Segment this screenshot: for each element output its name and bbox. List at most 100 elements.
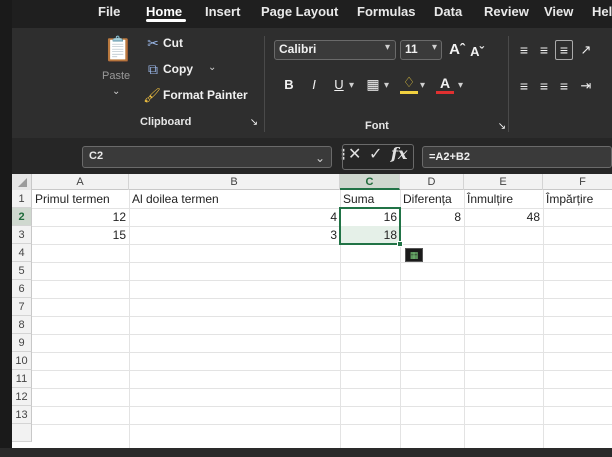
row-header-7[interactable]: 7 [12,298,32,316]
column-header-d[interactable]: D [400,174,464,190]
indent-icon[interactable]: ⇥ [578,78,594,94]
bold-button[interactable]: B [282,76,296,92]
paste-dropdown-icon[interactable]: ⌄ [112,86,120,97]
gridline [32,406,612,407]
font-name-box[interactable]: Calibri [274,40,396,60]
cell-a2[interactable]: 12 [32,208,129,226]
row-header-6[interactable]: 6 [12,280,32,298]
gridline [32,424,612,425]
align-middle-icon[interactable]: ≡ [536,42,552,58]
align-left-icon[interactable]: ≡ [516,78,532,94]
fill-color-dropdown-icon[interactable]: ▾ [420,80,425,91]
fill-color-icon[interactable]: ♢ [400,74,418,94]
align-bottom-icon[interactable]: ≡ [555,40,573,60]
fill-handle[interactable] [397,241,403,247]
column-header-a[interactable]: A [32,174,129,190]
tab-page-layout[interactable]: Page Layout [261,4,338,19]
name-box[interactable]: C2 [82,146,332,168]
gridline [32,316,612,317]
format-painter-icon[interactable]: 🖌 [143,87,161,103]
tab-home[interactable]: Home [146,4,182,19]
increase-font-size-icon[interactable]: Aˆ [448,40,466,58]
row-header-2[interactable]: 2 [12,208,32,226]
cancel-icon[interactable]: ✕ [348,144,361,164]
paste-icon[interactable]: 📋 [103,34,133,64]
row-header-10[interactable]: 10 [12,352,32,370]
font-size-dropdown-icon[interactable]: ▾ [432,42,437,53]
italic-button[interactable]: I [307,76,321,92]
monitor-bezel-left [0,0,12,457]
row-header-14[interactable] [12,424,32,442]
gridline [32,298,612,299]
font-name-value: Calibri [279,42,317,56]
cell-b3[interactable]: 3 [129,226,340,244]
cell-d2[interactable]: 8 [400,208,464,226]
cell-f1[interactable]: Împărțire [543,190,612,208]
row-header-9[interactable]: 9 [12,334,32,352]
insert-function-icon[interactable]: fx [391,144,407,163]
font-color-dropdown-icon[interactable]: ▾ [458,80,463,91]
gridline [32,334,612,335]
decrease-font-size-icon[interactable]: Aˇ [468,42,486,60]
row-header-8[interactable]: 8 [12,316,32,334]
worksheet-grid: A B C D E F 1 2 3 4 5 6 7 8 9 10 11 12 1… [12,174,612,448]
font-launcher-icon[interactable]: ↘ [496,120,508,132]
cut-icon[interactable]: ✂ [146,35,160,51]
row-header-1[interactable]: 1 [12,190,32,208]
clipboard-group-label: Clipboard [140,116,192,128]
cell-b1[interactable]: Al doilea termen [129,190,340,208]
tab-data[interactable]: Data [434,4,462,19]
align-right-icon[interactable]: ≡ [556,78,572,94]
font-name-dropdown-icon[interactable]: ▾ [385,42,390,53]
tab-formulas[interactable]: Formulas [357,4,416,19]
name-box-dropdown-icon[interactable]: ⌄ [315,151,325,165]
copy-dropdown-icon[interactable]: ⌄ [208,62,216,73]
copy-button[interactable]: Copy [163,62,193,76]
tab-file[interactable]: File [98,4,120,19]
row-header-4[interactable]: 4 [12,244,32,262]
borders-dropdown-icon[interactable]: ▾ [384,80,389,91]
quick-analysis-icon[interactable]: ▦ [405,248,423,262]
align-center-icon[interactable]: ≡ [536,78,552,94]
font-color-icon[interactable]: A [436,74,454,94]
underline-dropdown-icon[interactable]: ▾ [349,80,354,91]
formula-bar: C2 ⌄ ⋮ ✕ ✓ fx =A2+B2 [12,138,612,174]
cell-e2[interactable]: 48 [464,208,543,226]
column-header-f[interactable]: F [543,174,612,190]
cell-a1[interactable]: Primul termen [32,190,129,208]
gridline [32,262,612,263]
tab-view[interactable]: View [544,4,573,19]
cut-button[interactable]: Cut [163,36,183,50]
align-top-icon[interactable]: ≡ [516,42,532,58]
column-header-e[interactable]: E [464,174,543,190]
enter-icon[interactable]: ✓ [369,144,382,164]
tab-review[interactable]: Review [484,4,529,19]
formula-input[interactable]: =A2+B2 [422,146,612,168]
underline-button[interactable]: U [332,76,346,92]
tab-help[interactable]: Hel [592,4,612,19]
row-header-3[interactable]: 3 [12,226,32,244]
cell-a3[interactable]: 15 [32,226,129,244]
row-header-5[interactable]: 5 [12,262,32,280]
clipboard-launcher-icon[interactable]: ↘ [248,116,260,128]
format-painter-button[interactable]: Format Painter [163,88,248,102]
row-header-13[interactable]: 13 [12,406,32,424]
tab-insert[interactable]: Insert [205,4,240,19]
select-all-button[interactable] [12,174,32,190]
ribbon-tabs: File Home Insert Page Layout Formulas Da… [12,0,612,28]
borders-icon[interactable]: ▦ [364,75,382,93]
row-header-12[interactable]: 12 [12,388,32,406]
row-header-11[interactable]: 11 [12,370,32,388]
paste-label[interactable]: Paste [102,70,130,82]
group-divider [508,36,509,132]
cell-b2[interactable]: 4 [129,208,340,226]
cell-c1[interactable]: Suma [340,190,400,208]
gridline [464,190,465,448]
column-header-c[interactable]: C [340,174,400,190]
orientation-icon[interactable]: ↗ [578,42,594,58]
cell-d1[interactable]: Diferența [400,190,464,208]
monitor-bezel-bottom [0,448,612,457]
column-header-b[interactable]: B [129,174,340,190]
cell-e1[interactable]: Înmulțire [464,190,543,208]
copy-icon[interactable]: ⧉ [146,61,160,77]
